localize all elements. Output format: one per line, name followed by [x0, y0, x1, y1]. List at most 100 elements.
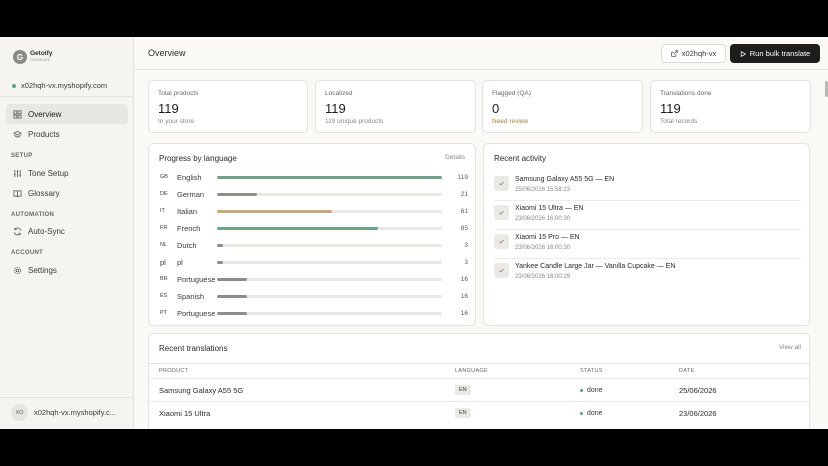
product-cell: Xiaomi 15 Ultra: [159, 409, 211, 418]
progress-bar: [217, 175, 442, 179]
status-text: done: [587, 410, 603, 417]
language-name: Portuguese: [177, 308, 216, 318]
column-header-status[interactable]: STATUS: [580, 368, 603, 374]
sidebar-item-tone-setup[interactable]: Tone Setup: [6, 163, 128, 183]
activity-item[interactable]: Samsung Galaxy A55 5G — EN 25/06/2026 15:…: [494, 173, 801, 201]
language-progress-row: DE German 21: [160, 188, 468, 200]
language-progress-row: PT Portuguese 16: [160, 307, 468, 319]
language-count: 16: [460, 292, 468, 300]
activity-item[interactable]: Xiaomi 15 Ultra — EN 23/06/2026 16:00:30: [494, 202, 801, 230]
stat-card-flagged: Flagged (QA) 0 Need review: [482, 80, 643, 133]
sidebar-item-label: Overview: [28, 109, 62, 119]
view-all-link[interactable]: View all: [779, 344, 801, 351]
check-icon: [494, 176, 509, 191]
gear-icon: [13, 266, 22, 275]
sidebar-item-overview[interactable]: Overview: [6, 104, 128, 124]
activity-item[interactable]: Yankee Candle Large Jar — Vanilla Cupcak…: [494, 260, 801, 288]
stat-card-total-products: Total products 119 In your store: [148, 80, 308, 133]
progress-bar: [217, 260, 442, 264]
progress-bar-fill: [217, 260, 223, 264]
language-name: Portuguese: [177, 274, 216, 284]
stat-card-translations-done: Translations done 119 Total records: [650, 80, 811, 133]
language-code: ES: [160, 293, 168, 299]
activity-timestamp: 23/06/2026 16:00:30: [515, 216, 571, 222]
card-title: Progress by language: [159, 154, 237, 163]
progress-bar: [217, 226, 442, 230]
stat-card-localized: Localized 119 119 unique products: [315, 80, 476, 133]
book-icon: [13, 189, 22, 198]
column-header-product[interactable]: PRODUCT: [159, 368, 188, 374]
language-code: NL: [160, 242, 168, 248]
recent-activity-card: Recent activity Samsung Galaxy A55 5G — …: [483, 143, 810, 326]
details-link[interactable]: Details: [445, 154, 465, 161]
language-count: 3: [464, 258, 468, 266]
language-progress-row: GB English 119: [160, 171, 468, 183]
card-title: Recent translations: [159, 344, 228, 353]
status-badge: done: [580, 387, 603, 394]
language-code: BR: [160, 276, 168, 282]
play-icon: [740, 50, 746, 57]
language-progress-row: IT Italian 61: [160, 205, 468, 217]
date-cell: 23/06/2026: [679, 409, 717, 418]
sidebar-item-auto-sync[interactable]: Auto-Sync: [6, 221, 128, 241]
progress-bar-fill: [217, 243, 223, 247]
sidebar-item-label: Auto-Sync: [28, 226, 65, 236]
progress-bar: [217, 277, 442, 281]
language-progress-row: BR Portuguese 16: [160, 273, 468, 285]
user-name: x02hqh-vx.myshopify.c...: [34, 408, 116, 417]
activity-title: Xiaomi 15 Ultra — EN: [515, 205, 584, 212]
table-row[interactable]: Samsung Galaxy A55 5G EN done 25/06/2026: [149, 378, 811, 401]
stat-value: 119: [325, 101, 346, 116]
sidebar-item-products[interactable]: Products: [6, 124, 128, 144]
language-count: 21: [460, 190, 468, 198]
progress-bar-fill: [217, 226, 378, 230]
stat-label: Localized: [325, 90, 353, 97]
activity-timestamp: 23/06/2026 16:00:29: [515, 274, 571, 280]
language-count: 119: [457, 173, 468, 181]
divider: [0, 397, 133, 398]
user-menu[interactable]: XO x02hqh-vx.myshopify.c...: [11, 404, 116, 421]
language-name: Spanish: [177, 291, 205, 301]
progress-bar-fill: [217, 175, 442, 179]
sync-icon: [13, 227, 22, 236]
store-switcher-label: x02hqh-vx: [681, 49, 717, 58]
section-label-automation: AUTOMATION: [11, 212, 55, 218]
sidebar-item-label: Glossary: [28, 188, 60, 198]
column-header-date[interactable]: DATE: [679, 368, 694, 374]
progress-bar: [217, 311, 442, 315]
scrollbar[interactable]: [824, 71, 828, 429]
language-name: pl: [177, 257, 183, 267]
language-progress-row: FR French 85: [160, 222, 468, 234]
language-name: Italian: [177, 206, 198, 216]
status-dot-icon: [580, 389, 583, 392]
product-cell: Samsung Galaxy A55 5G: [159, 386, 244, 395]
progress-bar-fill: [217, 209, 333, 213]
sidebar-item-glossary[interactable]: Glossary: [6, 183, 128, 203]
stat-label: Total products: [158, 90, 199, 97]
brand-logo[interactable]: G Getoify TRANSLATE: [13, 50, 52, 64]
section-label-account: ACCOUNT: [11, 250, 44, 256]
store-switcher-button[interactable]: x02hqh-vx: [661, 44, 726, 63]
sidebar-item-settings[interactable]: Settings: [6, 260, 128, 280]
table-row[interactable]: Xiaomi 15 Ultra EN done 23/06/2026: [149, 401, 811, 424]
activity-title: Samsung Galaxy A55 5G — EN: [515, 176, 615, 183]
activity-item[interactable]: Xiaomi 15 Pro — EN 23/06/2026 16:00:30: [494, 231, 801, 259]
language-name: German: [177, 189, 205, 199]
top-bar: Overview x02hqh-vx Run bulk translate: [134, 37, 828, 70]
progress-bar-fill: [217, 311, 248, 315]
brand-tagline: TRANSLATE: [30, 58, 51, 62]
activity-title: Yankee Candle Large Jar — Vanilla Cupcak…: [515, 263, 676, 270]
progress-bar: [217, 294, 442, 298]
avatar: XO: [11, 404, 28, 421]
stat-subtext: In your store: [158, 118, 195, 125]
stat-label: Flagged (QA): [492, 90, 532, 97]
status-text: done: [587, 387, 603, 394]
column-header-language[interactable]: LANGUAGE: [455, 368, 488, 374]
layers-icon: [13, 130, 22, 139]
progress-bar: [217, 243, 442, 247]
activity-title: Xiaomi 15 Pro — EN: [515, 234, 580, 241]
check-icon: [494, 234, 509, 249]
run-bulk-translate-button[interactable]: Run bulk translate: [730, 44, 820, 63]
section-label-setup: SETUP: [11, 153, 33, 159]
progress-bar: [217, 192, 442, 196]
